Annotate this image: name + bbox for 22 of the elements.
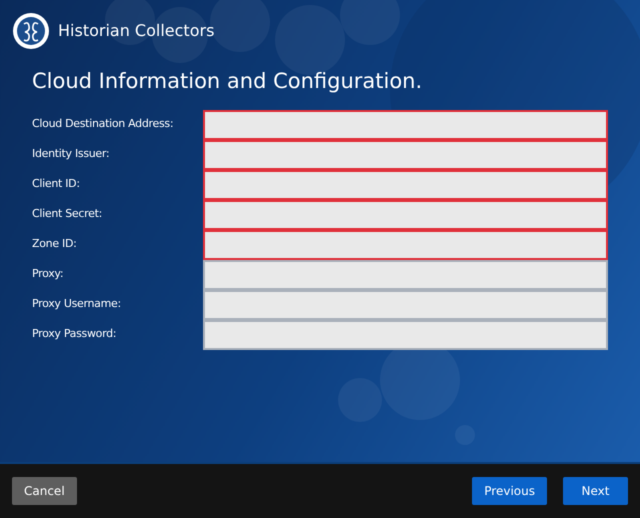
input-field[interactable] bbox=[203, 200, 608, 230]
field-label: Cloud Destination Address: bbox=[32, 116, 174, 132]
input-field[interactable] bbox=[203, 260, 608, 290]
previous-button[interactable]: Previous bbox=[472, 477, 547, 505]
input-field[interactable] bbox=[203, 320, 608, 350]
input-field[interactable] bbox=[203, 140, 608, 170]
field-label: Client Secret: bbox=[32, 206, 104, 222]
app-title: Historian Collectors bbox=[58, 20, 214, 42]
logo-icon bbox=[12, 12, 50, 50]
input-field[interactable] bbox=[203, 110, 608, 140]
next-button[interactable]: Next bbox=[563, 477, 628, 505]
input-field[interactable] bbox=[203, 290, 608, 320]
field-label: Proxy: bbox=[32, 266, 64, 282]
field-label: Client ID: bbox=[32, 176, 81, 192]
page-heading: Cloud Information and Configuration. bbox=[32, 68, 424, 95]
input-field[interactable] bbox=[203, 170, 608, 200]
field-label: Identity Issuer: bbox=[32, 146, 110, 162]
field-label: Proxy Password: bbox=[32, 326, 118, 342]
field-label: Zone ID: bbox=[32, 236, 78, 252]
cancel-button[interactable]: Cancel bbox=[12, 477, 77, 505]
input-field[interactable] bbox=[203, 230, 608, 260]
field-label: Proxy Username: bbox=[32, 296, 122, 312]
